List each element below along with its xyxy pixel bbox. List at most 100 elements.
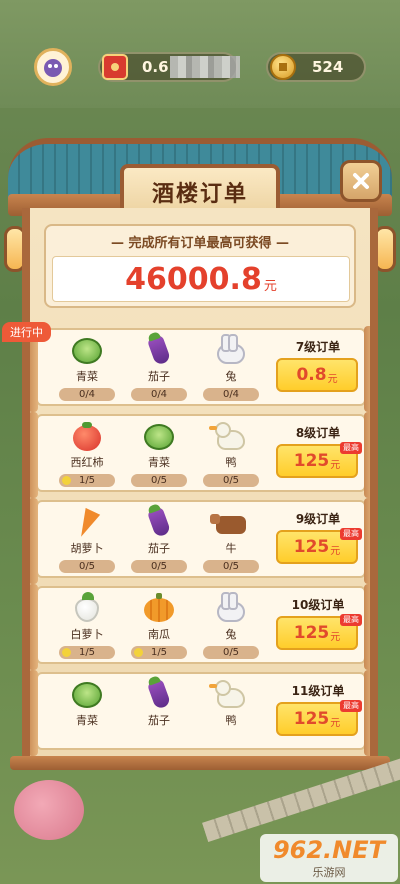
item-progress: 1/5 bbox=[59, 474, 115, 487]
item-name: 茄子 bbox=[148, 370, 170, 383]
item-progress: 0/5 bbox=[203, 474, 259, 487]
coin-dot-icon bbox=[62, 476, 71, 485]
order-item: 茄子 0/5 bbox=[126, 506, 192, 576]
reward-caption: — 完成所有订单最高可获得 — bbox=[110, 236, 290, 251]
claim-amount: 125 bbox=[293, 451, 330, 471]
rabbit-icon bbox=[214, 592, 248, 624]
item-name: 南瓜 bbox=[148, 628, 170, 641]
avatar[interactable] bbox=[34, 48, 72, 86]
panel-bottom-beam bbox=[10, 756, 390, 770]
watermark-logo: 962.NET 乐游网 bbox=[260, 834, 398, 882]
claim-unit: 元 bbox=[330, 631, 341, 643]
money-value: 0.6 bbox=[142, 58, 169, 76]
claim-button[interactable]: 125 元 最高 bbox=[276, 614, 362, 650]
order-item: 青菜 0/4 bbox=[54, 336, 120, 404]
order-item: 白萝卜 1/5 bbox=[54, 592, 120, 662]
item-progress: 0/4 bbox=[59, 388, 115, 401]
item-progress: 1/5 bbox=[131, 646, 187, 659]
order-card: 西红柿 1/5 青菜 0/5 鸭 0/5 8级订单 125 元 最高 bbox=[30, 412, 370, 498]
order-level: 10级订单 bbox=[291, 598, 345, 612]
watermark-sub: 乐游网 bbox=[312, 866, 346, 879]
item-name: 鸭 bbox=[225, 714, 237, 727]
claim-button[interactable]: 0.8 元 bbox=[276, 358, 358, 392]
eggplant-icon bbox=[142, 506, 176, 538]
watermark-main: 962.NET bbox=[272, 836, 386, 864]
claim-amount: 0.8 bbox=[296, 365, 327, 385]
cow-icon bbox=[210, 508, 248, 538]
item-progress: 0/4 bbox=[203, 388, 259, 401]
item-name: 青菜 bbox=[148, 456, 170, 469]
order-item: 茄子 bbox=[126, 678, 192, 748]
order-item: 西红柿 1/5 bbox=[54, 422, 120, 490]
eggplant-icon bbox=[142, 334, 176, 366]
claim-unit: 元 bbox=[330, 545, 341, 557]
item-progress: 0/5 bbox=[203, 560, 259, 573]
reward-value: 46000.8 元 bbox=[52, 256, 350, 302]
item-progress: 0/5 bbox=[203, 646, 259, 659]
top-status-bar: 0.6 524 bbox=[0, 0, 400, 108]
order-item: 兔 0/5 bbox=[198, 592, 264, 662]
cabbage-icon bbox=[70, 680, 104, 710]
item-progress: 0/5 bbox=[59, 560, 115, 573]
order-level: 7级订单 bbox=[295, 340, 341, 354]
order-item: 青菜 0/5 bbox=[126, 422, 192, 490]
eggplant-icon bbox=[142, 678, 176, 710]
claim-amount: 125 bbox=[293, 709, 330, 729]
item-name: 鸭 bbox=[225, 456, 237, 469]
close-icon bbox=[353, 173, 369, 189]
item-name: 牛 bbox=[225, 542, 237, 555]
item-progress: 1/5 bbox=[59, 646, 115, 659]
cherry-tree-icon bbox=[14, 780, 84, 840]
coin-dot-icon bbox=[134, 648, 143, 657]
red-packet-icon bbox=[102, 54, 128, 80]
coin-icon bbox=[270, 54, 296, 80]
order-item: 茄子 0/4 bbox=[126, 334, 192, 404]
order-card: 白萝卜 1/5 南瓜 1/5 兔 0/5 10级订单 125 元 最高 bbox=[30, 584, 370, 670]
claim-amount: 125 bbox=[293, 537, 330, 557]
censored-area bbox=[170, 56, 240, 78]
cabbage-icon bbox=[70, 336, 104, 366]
page-title: 酒楼订单 bbox=[151, 182, 248, 207]
in-progress-tag: 进行中 bbox=[2, 322, 51, 342]
reward-amount: 46000.8 bbox=[125, 261, 262, 297]
order-level: 9级订单 bbox=[295, 512, 341, 526]
claim-button[interactable]: 125 元 最高 bbox=[276, 528, 362, 564]
order-item: 鸭 0/5 bbox=[198, 422, 264, 490]
order-item: 胡萝卜 0/5 bbox=[54, 507, 120, 576]
max-badge: 最高 bbox=[340, 528, 362, 540]
order-card: 青菜 茄子 鸭 11级订单 125 元 最高 bbox=[30, 670, 370, 756]
item-name: 白萝卜 bbox=[70, 628, 104, 641]
claim-unit: 元 bbox=[330, 459, 341, 471]
item-progress: 0/4 bbox=[131, 388, 187, 401]
item-name: 茄子 bbox=[148, 542, 170, 555]
claim-button[interactable]: 125 元 最高 bbox=[276, 700, 362, 736]
claim-button[interactable]: 125 元 最高 bbox=[276, 442, 362, 478]
order-item: 牛 0/5 bbox=[198, 508, 264, 576]
avatar-icon bbox=[44, 59, 62, 77]
coin-balance[interactable]: 524 bbox=[266, 52, 366, 82]
order-level: 11级订单 bbox=[291, 684, 345, 698]
tomato-icon bbox=[70, 422, 104, 452]
order-card: 胡萝卜 0/5 茄子 0/5 牛 0/5 9级订单 125 元 最高 bbox=[30, 498, 370, 584]
coin-dot-icon bbox=[62, 648, 71, 657]
claim-unit: 元 bbox=[327, 373, 338, 385]
carrot-icon bbox=[70, 507, 104, 541]
coin-value: 524 bbox=[312, 58, 344, 76]
order-item: 青菜 bbox=[54, 680, 120, 748]
total-reward-box: — 完成所有订单最高可获得 — 46000.8 元 bbox=[44, 224, 356, 308]
item-name: 兔 bbox=[225, 628, 237, 641]
rabbit-icon bbox=[214, 334, 248, 366]
reward-unit: 元 bbox=[263, 278, 277, 294]
duck-icon bbox=[209, 680, 248, 710]
item-name: 茄子 bbox=[148, 714, 170, 727]
item-progress: 0/5 bbox=[131, 560, 187, 573]
duck-icon bbox=[209, 422, 248, 452]
cabbage-icon bbox=[142, 422, 176, 452]
order-item: 南瓜 1/5 bbox=[126, 593, 192, 662]
orders-panel: — 完成所有订单最高可获得 — 46000.8 元 青菜 0/4 茄子 0/4 … bbox=[22, 208, 378, 758]
close-button[interactable] bbox=[340, 160, 382, 202]
item-name: 青菜 bbox=[76, 714, 98, 727]
radish-icon bbox=[70, 592, 104, 624]
max-badge: 最高 bbox=[340, 614, 362, 626]
stone-path bbox=[202, 758, 400, 842]
